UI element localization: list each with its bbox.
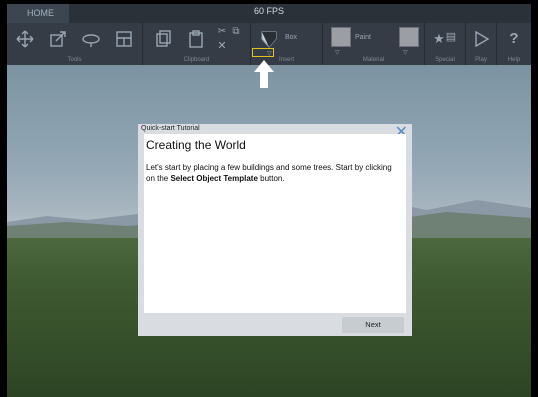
help-group: ? Help xyxy=(497,23,531,65)
special-group: ★ ▤ Special xyxy=(425,23,466,65)
play-group-label: Play xyxy=(475,57,487,63)
tools-group: Tools xyxy=(7,23,143,65)
copy-icon[interactable] xyxy=(151,27,175,51)
next-button[interactable]: Next xyxy=(342,317,404,333)
play-icon[interactable] xyxy=(469,27,493,51)
material-dropdown-chevron-icon[interactable]: ▽ xyxy=(403,49,408,56)
dialog-heading: Creating the World xyxy=(146,138,246,152)
help-icon[interactable]: ? xyxy=(502,27,526,51)
dialog-text: Let's start by placing a few buildings a… xyxy=(146,162,401,184)
pointer-arrow-icon xyxy=(254,60,274,88)
paint-swatch[interactable] xyxy=(331,27,351,47)
quick-start-dialog: Quick-start Tutorial ✕ Creating the Worl… xyxy=(138,124,412,336)
material-paint-label: Paint xyxy=(355,34,371,41)
dialog-content: Creating the World Let's start by placin… xyxy=(144,134,406,313)
paint-dropdown-chevron-icon[interactable]: ▽ xyxy=(335,49,340,56)
fps-counter: 60 FPS xyxy=(253,6,284,16)
transform-icon[interactable] xyxy=(112,27,136,51)
cut-icon[interactable]: ✂ xyxy=(215,25,229,39)
play-group: Play xyxy=(466,23,497,65)
delete-icon[interactable]: ✕ xyxy=(215,39,229,53)
material-group-label: Material xyxy=(362,57,385,63)
clipboard-group: ✂ ⧉ ✕ Clipboard xyxy=(143,23,251,65)
move-icon[interactable] xyxy=(13,27,37,51)
scale-icon[interactable] xyxy=(46,27,70,51)
duplicate-icon[interactable]: ⧉ xyxy=(229,25,243,39)
select-object-template-highlight xyxy=(252,48,274,57)
paste-icon[interactable] xyxy=(184,27,208,51)
dialog-text-part2: button. xyxy=(257,174,285,183)
clipboard-group-label: Clipboard xyxy=(183,57,210,63)
help-group-label: Help xyxy=(507,57,521,63)
material-group: Paint ▽ ▽ Material xyxy=(323,23,425,65)
insert-box-label: Box xyxy=(285,34,298,41)
special-group-label: Special xyxy=(435,57,455,63)
dialog-title: Quick-start Tutorial xyxy=(141,125,200,132)
dialog-text-bold: Select Object Template xyxy=(170,174,258,183)
title-bar: HOME 60 FPS xyxy=(7,4,531,23)
tools-group-label: Tools xyxy=(67,57,82,63)
rotate-icon[interactable] xyxy=(79,27,103,51)
material-swatch[interactable] xyxy=(399,27,419,47)
document-icon[interactable]: ▤ xyxy=(443,25,459,49)
